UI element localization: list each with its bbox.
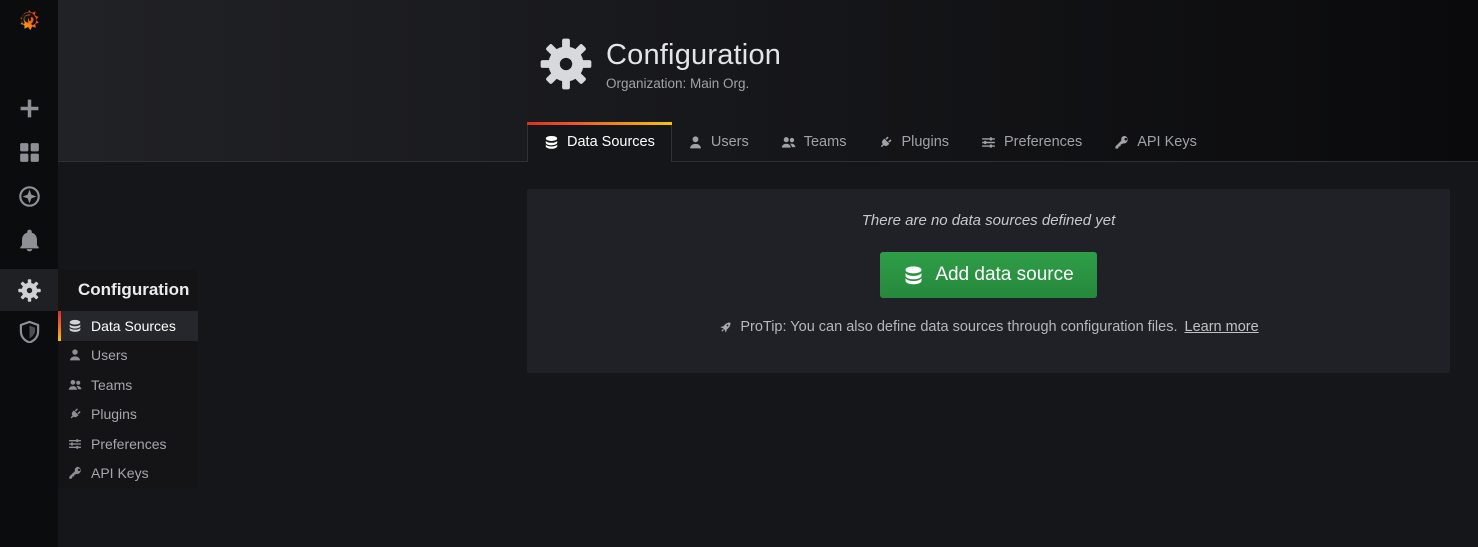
flyout-item-label: Plugins	[91, 406, 137, 422]
bell-icon	[18, 229, 41, 252]
flyout-item-label: Data Sources	[91, 318, 176, 334]
sidebar-item-configuration[interactable]	[0, 269, 58, 311]
page-title: Configuration	[606, 38, 781, 72]
learn-more-link[interactable]: Learn more	[1185, 319, 1259, 335]
flyout-item-data-sources[interactable]: Data Sources	[58, 311, 198, 341]
configuration-flyout-menu: Configuration Data Sources Users Teams P…	[58, 269, 198, 488]
flyout-item-label: Preferences	[91, 436, 166, 452]
tab-teams[interactable]: Teams	[765, 122, 863, 162]
tab-users[interactable]: Users	[672, 122, 765, 162]
sliders-icon	[981, 135, 996, 150]
tab-label: Preferences	[1004, 134, 1082, 150]
flyout-item-plugins[interactable]: Plugins	[58, 400, 198, 430]
flyout-item-api-keys[interactable]: API Keys	[58, 459, 198, 489]
tab-label: Teams	[804, 134, 847, 150]
protip-text: ProTip: You can also define data sources…	[740, 319, 1177, 335]
compass-icon	[18, 185, 41, 208]
add-button-label: Add data source	[935, 264, 1073, 286]
user-icon	[68, 348, 82, 362]
users-icon	[781, 135, 796, 150]
flyout-item-label: Users	[91, 347, 128, 363]
grafana-logo[interactable]	[10, 4, 48, 42]
plus-icon	[18, 97, 41, 120]
user-icon	[688, 135, 703, 150]
gear-icon	[540, 38, 592, 90]
database-icon	[68, 319, 82, 333]
sidebar	[0, 0, 58, 547]
shield-icon	[18, 320, 41, 343]
database-icon	[903, 265, 924, 286]
sidebar-item-alerting[interactable]	[0, 218, 58, 262]
protip: ProTip: You can also define data sources…	[527, 319, 1450, 335]
flyout-item-preferences[interactable]: Preferences	[58, 429, 198, 459]
flyout-item-label: Teams	[91, 377, 132, 393]
plug-icon	[68, 407, 82, 421]
flyout-item-users[interactable]: Users	[58, 341, 198, 371]
tab-label: Plugins	[901, 134, 949, 150]
tab-label: Users	[711, 134, 749, 150]
gear-icon	[18, 279, 41, 302]
sidebar-item-dashboards[interactable]	[0, 130, 58, 174]
key-icon	[68, 466, 82, 480]
tab-plugins[interactable]: Plugins	[862, 122, 965, 162]
sidebar-item-create[interactable]	[0, 86, 58, 130]
tab-data-sources[interactable]: Data Sources	[527, 122, 672, 162]
sliders-icon	[68, 437, 82, 451]
dashboards-grid-icon	[18, 141, 41, 164]
tab-label: API Keys	[1137, 134, 1197, 150]
key-icon	[1114, 135, 1129, 150]
empty-list-card: There are no data sources defined yet Ad…	[527, 189, 1450, 373]
page-subtitle: Organization: Main Org.	[606, 76, 781, 91]
users-icon	[68, 378, 82, 392]
sidebar-item-explore[interactable]	[0, 174, 58, 218]
add-data-source-button[interactable]: Add data source	[880, 252, 1096, 298]
flyout-title[interactable]: Configuration	[58, 269, 198, 311]
tab-label: Data Sources	[567, 134, 655, 150]
rocket-icon	[718, 320, 733, 335]
page-tabs: Data Sources Users Teams Plugins Prefere…	[527, 122, 1213, 162]
empty-state-message: There are no data sources defined yet	[527, 212, 1450, 229]
flyout-item-label: API Keys	[91, 465, 149, 481]
database-icon	[544, 135, 559, 150]
tab-api-keys[interactable]: API Keys	[1098, 122, 1213, 162]
tab-preferences[interactable]: Preferences	[965, 122, 1098, 162]
plug-icon	[878, 135, 893, 150]
sidebar-item-server-admin[interactable]	[0, 309, 58, 353]
flyout-item-teams[interactable]: Teams	[58, 370, 198, 400]
